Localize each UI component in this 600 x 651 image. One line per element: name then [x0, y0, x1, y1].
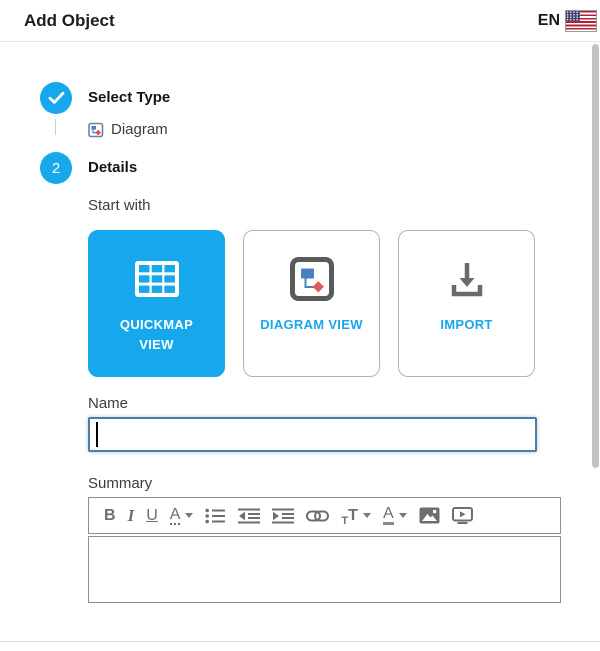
link-icon [306, 510, 329, 522]
checkmark-icon [48, 91, 65, 105]
dialog-title: Add Object [24, 11, 115, 31]
add-object-dialog: Add Object EN Select Type Diagram 2 Deta… [0, 0, 600, 651]
chevron-down-icon [399, 513, 407, 518]
dialog-header: Add Object EN [0, 0, 600, 42]
step-1-indicator [40, 82, 72, 114]
text-color-button[interactable]: A [377, 501, 413, 531]
step-2-number: 2 [52, 160, 60, 177]
name-input[interactable] [88, 417, 537, 452]
selected-type-item[interactable]: Diagram [88, 121, 168, 138]
table-grid-icon [134, 257, 180, 301]
summary-label: Summary [88, 475, 152, 492]
font-size-button[interactable]: T T [335, 501, 377, 531]
insert-link-button[interactable] [300, 501, 335, 531]
option-import[interactable]: IMPORT [398, 230, 535, 377]
start-with-label: Start with [88, 197, 151, 214]
step-2-label: Details [88, 152, 137, 184]
indent-icon [272, 507, 294, 525]
indent-button[interactable] [266, 501, 300, 531]
language-code: EN [538, 12, 560, 30]
summary-editor-toolbar: B I U A [88, 497, 561, 534]
underline-button[interactable]: U [140, 501, 164, 531]
outdent-button[interactable] [232, 501, 266, 531]
bold-button[interactable]: B [98, 501, 122, 531]
insert-video-button[interactable] [446, 501, 479, 531]
chevron-down-icon [363, 513, 371, 518]
language-selector[interactable]: EN [538, 0, 597, 42]
chevron-down-icon [185, 513, 193, 518]
option-import-label: IMPORT [415, 315, 519, 335]
name-field-wrap [88, 417, 537, 452]
font-style-button[interactable]: A [164, 501, 200, 531]
diagram-icon [88, 122, 104, 138]
stepper-connector [55, 119, 56, 135]
italic-button[interactable]: I [122, 501, 141, 531]
video-icon [452, 507, 473, 524]
start-with-options: QUICKMAP VIEW DIAGRAM VIEW [88, 230, 535, 377]
name-label: Name [88, 395, 128, 412]
step-1-label: Select Type [88, 82, 170, 114]
step-2-indicator: 2 [40, 152, 72, 184]
option-diagram-label: DIAGRAM VIEW [260, 315, 364, 335]
unordered-list-button[interactable] [199, 501, 232, 531]
selected-type-label: Diagram [111, 121, 168, 138]
footer-divider [0, 641, 600, 642]
diagram-view-icon [289, 257, 335, 301]
outdent-icon [238, 507, 260, 525]
option-quickmap-label: QUICKMAP VIEW [105, 315, 209, 355]
image-icon [419, 507, 440, 524]
option-diagram-view[interactable]: DIAGRAM VIEW [243, 230, 380, 377]
option-quickmap-view[interactable]: QUICKMAP VIEW [88, 230, 225, 377]
scrollbar-thumb[interactable] [592, 44, 599, 468]
summary-editor-content[interactable] [88, 536, 561, 603]
insert-image-button[interactable] [413, 501, 446, 531]
import-download-icon [447, 257, 487, 301]
us-flag-icon [565, 10, 597, 32]
bullet-list-icon [205, 507, 226, 525]
